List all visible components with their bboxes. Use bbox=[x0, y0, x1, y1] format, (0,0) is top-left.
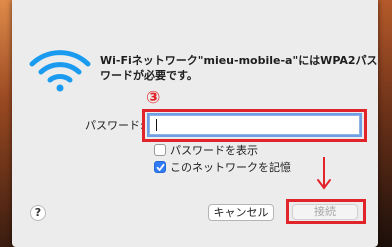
show-password-label: パスワードを表示 bbox=[170, 144, 258, 157]
checkmark-icon bbox=[156, 163, 165, 171]
arrow-down-icon bbox=[317, 157, 331, 190]
show-password-option[interactable]: パスワードを表示 bbox=[154, 143, 258, 157]
remember-network-checkbox[interactable] bbox=[154, 161, 166, 173]
password-label: パスワード: bbox=[85, 119, 144, 132]
wifi-icon bbox=[29, 50, 91, 92]
text-caret bbox=[156, 119, 157, 131]
connect-button[interactable]: 接続 bbox=[292, 204, 358, 220]
show-password-checkbox[interactable] bbox=[154, 144, 166, 156]
password-input[interactable] bbox=[149, 115, 360, 135]
cancel-button[interactable]: キャンセル bbox=[208, 204, 274, 221]
step-number-annotation: ③ bbox=[146, 88, 161, 108]
dialog-message: Wi-Fiネットワーク"mieu-mobile-a"にはWPA2パスワードが必要… bbox=[100, 54, 378, 82]
help-button[interactable]: ? bbox=[30, 205, 46, 221]
remember-network-option[interactable]: このネットワークを記憶 bbox=[154, 160, 291, 174]
remember-network-label: このネットワークを記憶 bbox=[170, 161, 291, 174]
